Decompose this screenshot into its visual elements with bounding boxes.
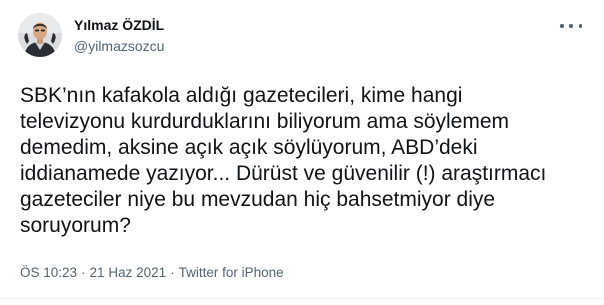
tweet-date[interactable]: 21 Haz 2021 (90, 264, 167, 282)
tweet-source[interactable]: Twitter for iPhone (179, 264, 284, 282)
profile-photo-icon (18, 13, 62, 57)
tweet-meta: ÖS 10:23 · 21 Haz 2021 · Twitter for iPh… (20, 264, 284, 282)
more-options-button[interactable] (560, 18, 582, 34)
tweet-text: SBK’nın kafakola aldığı gazetecileri, ki… (20, 84, 547, 237)
avatar[interactable] (18, 13, 62, 57)
more-horizontal-icon (569, 24, 573, 28)
tweet-card: Yılmaz ÖZDİL @yilmazsozcu SBK’nın kafako… (0, 0, 604, 305)
meta-separator: · (170, 265, 175, 280)
more-horizontal-icon (578, 24, 582, 28)
display-name[interactable]: Yılmaz ÖZDİL (74, 16, 164, 34)
tweet-time[interactable]: ÖS 10:23 (20, 264, 77, 282)
author-names: Yılmaz ÖZDİL @yilmazsozcu (74, 16, 164, 55)
user-handle[interactable]: @yilmazsozcu (74, 37, 164, 55)
more-horizontal-icon (560, 24, 564, 28)
meta-separator: · (81, 265, 86, 280)
tweet-header: Yılmaz ÖZDİL @yilmazsozcu (18, 12, 164, 58)
divider (0, 298, 604, 299)
